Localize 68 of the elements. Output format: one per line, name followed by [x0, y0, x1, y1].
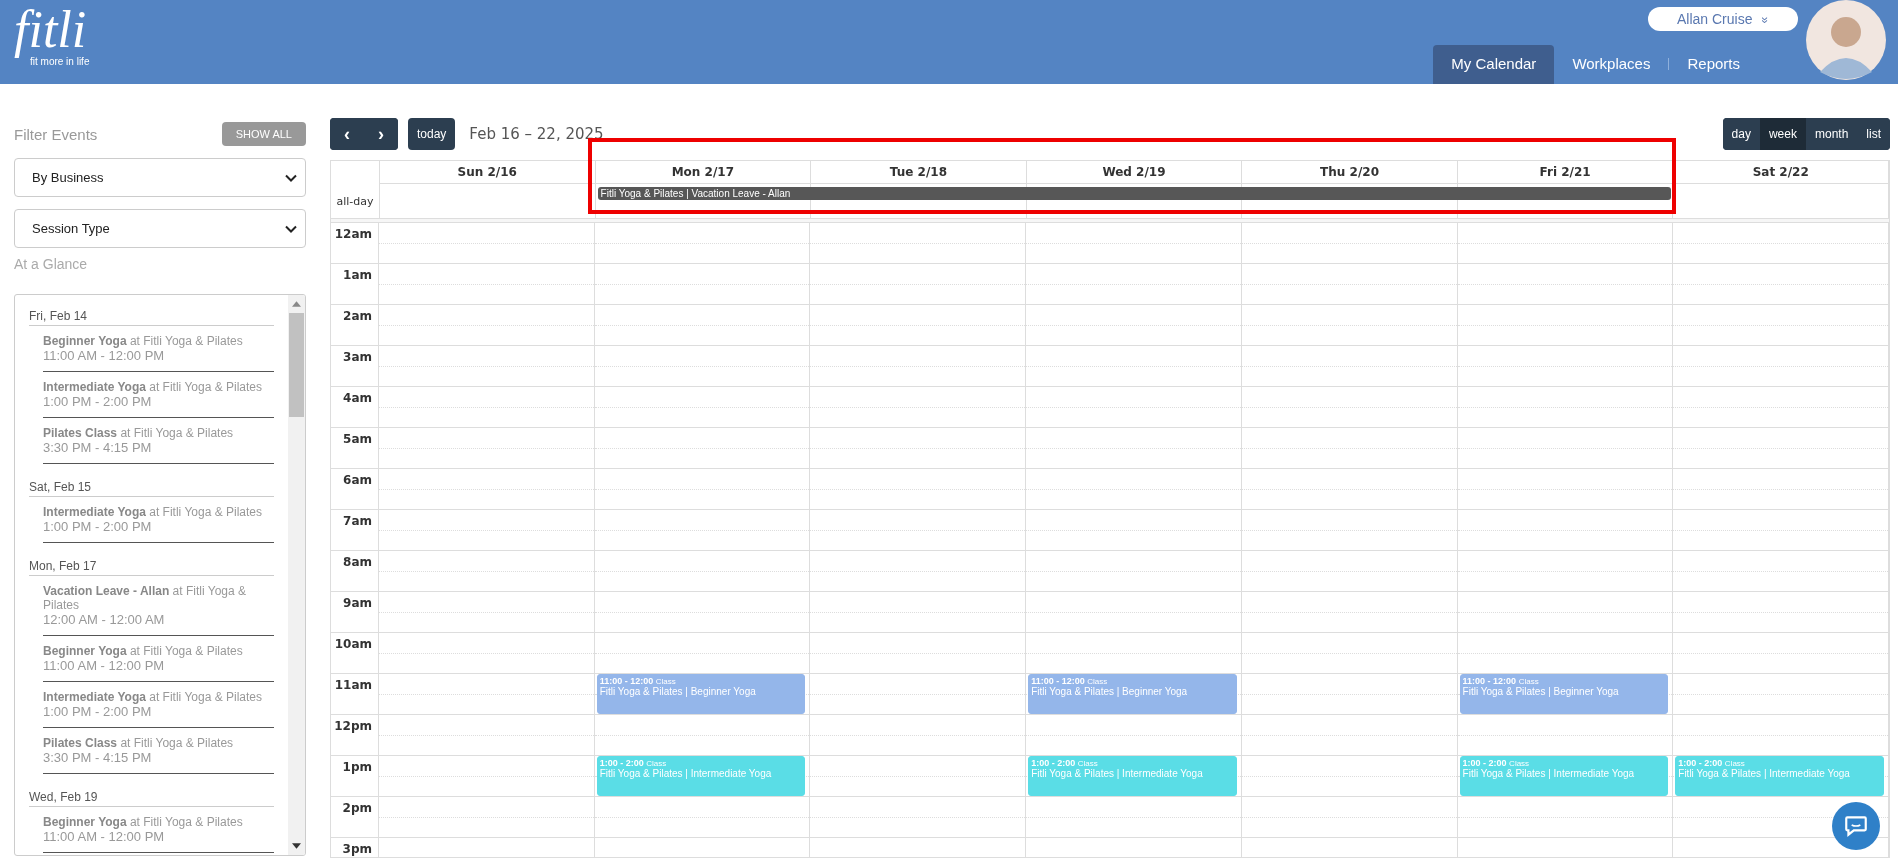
avatar-silhouette-icon[interactable] — [1806, 0, 1886, 80]
logo-tagline: fit more in life — [30, 56, 90, 67]
scrollbar-thumb[interactable] — [289, 313, 304, 417]
show-all-button[interactable]: SHOW ALL — [221, 122, 306, 146]
day-header: Wed 2/19 — [1026, 161, 1243, 184]
hour-label: 3pm — [331, 838, 379, 857]
glance-event-title: Beginner Yoga at Fitli Yoga & Pilates — [43, 644, 244, 658]
glance-event-title: Beginner Yoga at Fitli Yoga & Pilates — [43, 334, 244, 348]
hour-label: 12pm — [331, 715, 379, 755]
glance-event-time: 1:00 PM - 2:00 PM — [43, 519, 153, 534]
logo-wordmark[interactable]: fitli — [14, 4, 90, 56]
hour-label: 9am — [331, 592, 379, 632]
day-header: Sun 2/16 — [380, 161, 596, 184]
glance-event-time: 3:30 PM - 4:15 PM — [43, 750, 153, 765]
today-button[interactable]: today — [408, 118, 456, 150]
glance-event-time: 11:00 AM - 12:00 PM — [43, 829, 166, 844]
glance-date: Sat, Feb 15 — [29, 476, 274, 497]
glance-date: Fri, Feb 14 — [29, 305, 274, 326]
glance-event-title: Pilates Class at Fitli Yoga & Pilates — [43, 426, 235, 440]
glance-event-title: Beginner Yoga at Fitli Yoga & Pilates — [43, 815, 244, 829]
glance-event-title: Pilates Class at Fitli Yoga & Pilates — [43, 736, 235, 750]
hour-label: 1am — [331, 264, 379, 304]
scroll-down-icon[interactable] — [292, 843, 301, 849]
hour-label: 1pm — [331, 756, 379, 796]
day-header: Thu 2/20 — [1242, 161, 1458, 184]
hour-label: 6am — [331, 469, 379, 509]
hour-label: 7am — [331, 510, 379, 550]
glance-event-title: Intermediate Yoga at Fitli Yoga & Pilates — [43, 505, 263, 519]
hour-label: 8am — [331, 551, 379, 591]
glance-event-title: Vacation Leave - Allan at Fitli Yoga & Pilates — [43, 584, 247, 612]
day-header: Sat 2/22 — [1673, 161, 1889, 184]
chevron-down-icon — [285, 173, 297, 182]
day-header: Tue 2/18 — [811, 161, 1027, 184]
view-button[interactable]: week — [1759, 118, 1806, 150]
nav-tab[interactable]: Workplaces — [1554, 45, 1669, 84]
filter-events-heading: Filter Events — [14, 125, 98, 143]
chevron-down-icon — [285, 224, 297, 233]
glance-date: Wed, Feb 19 — [29, 786, 274, 807]
glance-date: Mon, Feb 17 — [29, 555, 274, 576]
hour-label: 4am — [331, 387, 379, 427]
scroll-up-icon[interactable] — [292, 301, 301, 307]
nav-tab[interactable]: Reports — [1669, 45, 1758, 84]
all-day-event[interactable]: Fitli Yoga & Pilates | Vacation Leave - Allan — [597, 187, 1672, 200]
hour-label: 2pm — [331, 797, 379, 837]
glance-event-title: Intermediate Yoga at Fitli Yoga & Pilates — [43, 690, 263, 704]
at-a-glance-heading: At a Glance — [14, 256, 89, 272]
hour-label: 2am — [331, 305, 379, 345]
glance-event-time: 1:00 PM - 2:00 PM — [43, 704, 153, 719]
dropdown-select[interactable]: Session Type — [14, 209, 306, 248]
day-header: Fri 2/21 — [1457, 161, 1674, 184]
nav-tab[interactable]: My Calendar — [1433, 45, 1555, 84]
dropdown-select[interactable]: By Business — [14, 158, 306, 197]
hour-label: 12am — [331, 223, 379, 263]
glance-event-time: 3:30 PM - 4:15 PM — [43, 440, 153, 455]
hour-label: 5am — [331, 428, 379, 468]
hour-label: 3am — [331, 346, 379, 386]
hour-label: 11am — [331, 674, 379, 714]
glance-event-time: 11:00 AM - 12:00 PM — [43, 348, 166, 363]
glance-event-time: 11:00 AM - 12:00 PM — [43, 658, 166, 673]
user-menu-button[interactable]: Allan Cruise » — [1648, 7, 1798, 31]
glance-event-time: 12:00 AM - 12:00 AM — [43, 612, 166, 627]
glance-event-time: 1:00 PM - 2:00 PM — [43, 394, 153, 409]
day-header: Mon 2/17 — [595, 161, 812, 184]
chat-button[interactable] — [1832, 802, 1880, 850]
hour-label: 10am — [331, 633, 379, 673]
scrollbar[interactable] — [288, 295, 305, 855]
chat-bubble-icon — [1843, 813, 1869, 839]
glance-event-title: Intermediate Yoga at Fitli Yoga & Pilates — [43, 380, 263, 394]
